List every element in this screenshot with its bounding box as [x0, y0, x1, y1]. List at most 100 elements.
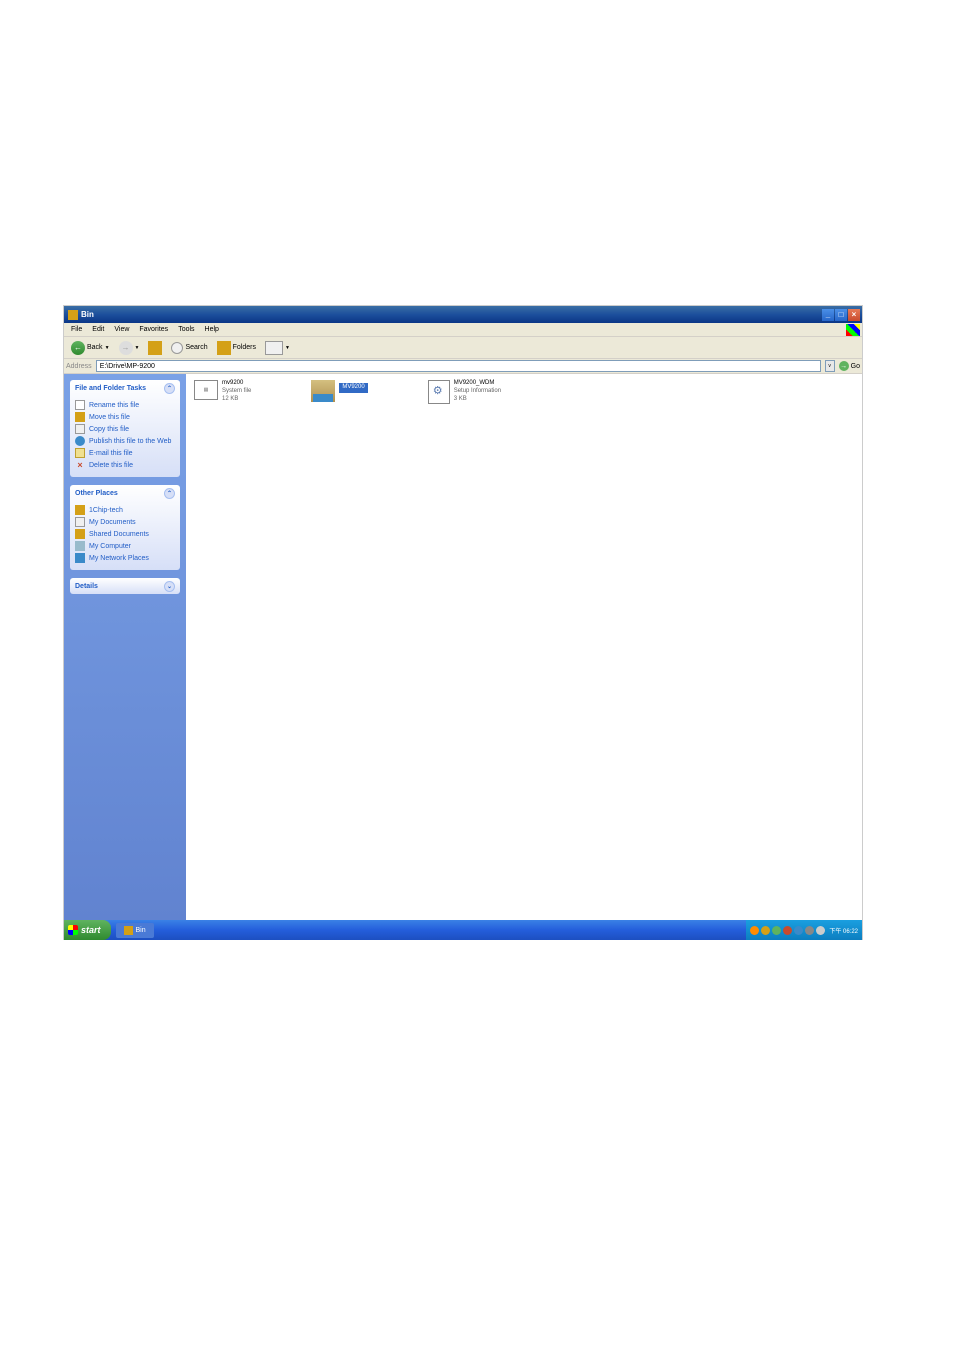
maximize-button[interactable]: □: [835, 309, 847, 321]
computer-icon: [75, 541, 85, 551]
publish-icon: [75, 436, 85, 446]
windows-flag-icon: [846, 324, 860, 336]
tray-icon[interactable]: [805, 926, 814, 935]
menu-tools[interactable]: Tools: [173, 326, 199, 333]
task-label: Bin: [136, 927, 146, 934]
go-label: Go: [851, 363, 860, 370]
start-button[interactable]: start: [64, 920, 111, 940]
file-info: MV9200_WDM Setup Information 3 KB: [454, 380, 501, 403]
menu-file[interactable]: File: [66, 326, 87, 333]
delete-file-link[interactable]: × Delete this file: [75, 459, 175, 471]
menu-help[interactable]: Help: [200, 326, 224, 333]
tray-icon[interactable]: [761, 926, 770, 935]
file-item-inf[interactable]: MV9200_WDM Setup Information 3 KB: [428, 380, 501, 914]
details-header[interactable]: Details ⌄: [70, 578, 180, 594]
windows-logo-icon: [68, 925, 78, 935]
search-button[interactable]: Search: [168, 341, 210, 355]
file-type: Setup Information: [454, 388, 501, 396]
other-place-link[interactable]: 1Chip-tech: [75, 504, 175, 516]
documents-icon: [75, 517, 85, 527]
address-value: E:\Drive\MP-9200: [100, 363, 155, 370]
folders-icon: [217, 341, 231, 355]
shared-documents-link[interactable]: Shared Documents: [75, 528, 175, 540]
file-tasks-header[interactable]: File and Folder Tasks ⌃: [70, 380, 180, 396]
file-item-dll-selected[interactable]: MV9200: [311, 380, 367, 914]
file-size: 3 KB: [454, 396, 501, 404]
delete-icon: ×: [75, 460, 85, 470]
folders-button[interactable]: Folders: [214, 340, 259, 356]
expand-icon[interactable]: ⌄: [164, 581, 175, 592]
rename-file-link[interactable]: Rename this file: [75, 399, 175, 411]
file-info: mv9200 System file 12 KB: [222, 380, 251, 403]
move-file-link[interactable]: Move this file: [75, 411, 175, 423]
email-file-link[interactable]: E-mail this file: [75, 447, 175, 459]
forward-button[interactable]: → ▼: [116, 340, 143, 356]
taskbar-item-bin[interactable]: Bin: [116, 923, 154, 938]
file-type: System file: [222, 388, 251, 396]
tray-icon[interactable]: [772, 926, 781, 935]
minimize-button[interactable]: _: [822, 309, 834, 321]
start-label: start: [81, 925, 101, 935]
tray-icon[interactable]: [794, 926, 803, 935]
tray-icon[interactable]: [750, 926, 759, 935]
window-controls: _ □ ×: [822, 309, 860, 321]
views-button[interactable]: ▼: [262, 340, 293, 356]
address-input[interactable]: E:\Drive\MP-9200: [96, 360, 821, 372]
shared-icon: [75, 529, 85, 539]
other-places-title: Other Places: [75, 490, 118, 497]
chevron-down-icon: ▼: [105, 345, 110, 351]
address-dropdown[interactable]: v: [825, 360, 835, 372]
back-label: Back: [87, 344, 103, 351]
explorer-window: Bin _ □ × File Edit View Favorites Tools…: [63, 305, 863, 940]
sidebar: File and Folder Tasks ⌃ Rename this file…: [64, 374, 186, 920]
publish-label: Publish this file to the Web: [89, 438, 171, 445]
delete-label: Delete this file: [89, 462, 133, 469]
my-network-link[interactable]: My Network Places: [75, 552, 175, 564]
my-computer-link[interactable]: My Computer: [75, 540, 175, 552]
toolbar: ← Back ▼ → ▼ Search Folders ▼: [64, 337, 862, 359]
rename-icon: [75, 400, 85, 410]
copy-file-link[interactable]: Copy this file: [75, 423, 175, 435]
file-tasks-panel: File and Folder Tasks ⌃ Rename this file…: [70, 380, 180, 477]
tray-icon[interactable]: [783, 926, 792, 935]
clock[interactable]: 下午 06:22: [829, 926, 858, 935]
inf-file-icon: [428, 380, 450, 404]
my-documents-link[interactable]: My Documents: [75, 516, 175, 528]
place-label: Shared Documents: [89, 531, 149, 538]
collapse-icon[interactable]: ⌃: [164, 383, 175, 394]
menu-favorites[interactable]: Favorites: [134, 326, 173, 333]
main-area: File and Folder Tasks ⌃ Rename this file…: [64, 374, 862, 920]
file-item-sys[interactable]: ▦ mv9200 System file 12 KB: [194, 380, 251, 914]
views-icon: [265, 341, 283, 355]
menu-edit[interactable]: Edit: [87, 326, 109, 333]
go-button[interactable]: → Go: [839, 361, 860, 371]
system-file-icon: ▦: [194, 380, 218, 400]
file-list[interactable]: ▦ mv9200 System file 12 KB MV9200 MV9200…: [186, 374, 862, 920]
dll-file-icon: [311, 380, 335, 402]
details-title: Details: [75, 583, 98, 590]
window-title: Bin: [81, 310, 94, 319]
chevron-down-icon: ▼: [135, 345, 140, 351]
taskbar: start Bin 下午 06:22: [64, 920, 862, 940]
copy-icon: [75, 424, 85, 434]
place-label: My Documents: [89, 519, 136, 526]
file-name: mv9200: [222, 380, 251, 388]
back-button[interactable]: ← Back ▼: [68, 340, 113, 356]
go-icon: →: [839, 361, 849, 371]
menu-view[interactable]: View: [109, 326, 134, 333]
address-label: Address: [66, 363, 92, 370]
move-icon: [75, 412, 85, 422]
close-button[interactable]: ×: [848, 309, 860, 321]
rename-label: Rename this file: [89, 402, 139, 409]
collapse-icon[interactable]: ⌃: [164, 488, 175, 499]
up-button[interactable]: [145, 340, 165, 356]
addressbar: Address E:\Drive\MP-9200 v → Go: [64, 359, 862, 374]
titlebar[interactable]: Bin _ □ ×: [64, 306, 862, 323]
menubar: File Edit View Favorites Tools Help: [64, 323, 862, 337]
publish-file-link[interactable]: Publish this file to the Web: [75, 435, 175, 447]
folder-up-icon: [148, 341, 162, 355]
tray-icon[interactable]: [816, 926, 825, 935]
other-places-header[interactable]: Other Places ⌃: [70, 485, 180, 501]
file-name: MV9200_WDM: [454, 380, 501, 388]
other-places-body: 1Chip-tech My Documents Shared Documents…: [70, 501, 180, 570]
